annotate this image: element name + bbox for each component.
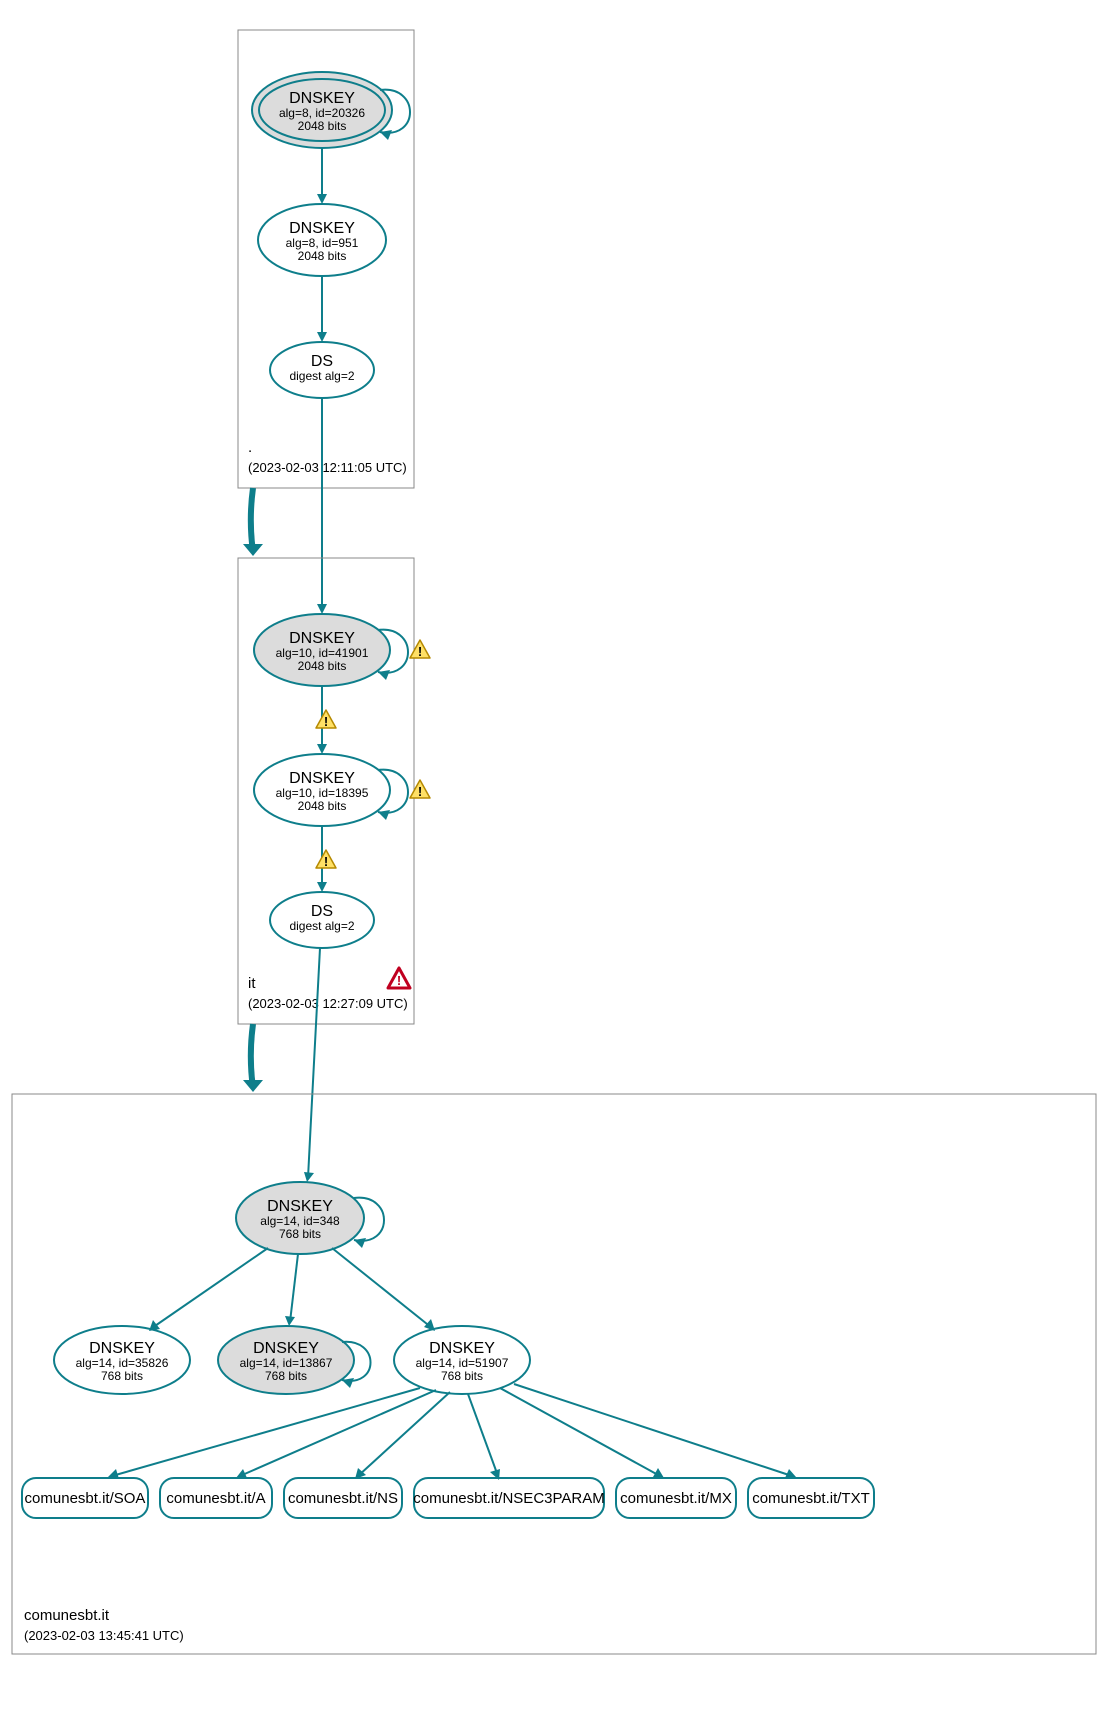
- svg-text:alg=14, id=348: alg=14, id=348: [260, 1214, 340, 1228]
- edge-k3-nsec3param: [468, 1394, 498, 1476]
- zone-it-label: it: [248, 975, 256, 992]
- rr-mx: comunesbt.it/MX: [616, 1478, 736, 1518]
- warning-icon: !: [316, 850, 336, 869]
- svg-text:!: !: [397, 973, 401, 988]
- zone-root-label: .: [248, 439, 252, 456]
- zone-leaf: comunesbt.it (2023-02-03 13:45:41 UTC) D…: [12, 1094, 1096, 1654]
- svg-text:DNSKEY: DNSKEY: [89, 1340, 155, 1357]
- zone-leaf-timestamp: (2023-02-03 13:45:41 UTC): [24, 1628, 184, 1643]
- rr-soa: comunesbt.it/SOA: [22, 1478, 148, 1518]
- node-root-zsk: DNSKEY alg=8, id=951 2048 bits: [258, 204, 386, 276]
- zone-root: . (2023-02-03 12:11:05 UTC) DNSKEY alg=8…: [238, 30, 414, 488]
- zone-it: it (2023-02-03 12:27:09 UTC) DNSKEY alg=…: [238, 558, 430, 1024]
- svg-text:DNSKEY: DNSKEY: [429, 1340, 495, 1357]
- svg-text:DNSKEY: DNSKEY: [267, 1198, 333, 1215]
- svg-text:768 bits: 768 bits: [265, 1369, 307, 1383]
- node-it-ksk: DNSKEY alg=10, id=41901 2048 bits: [254, 614, 390, 686]
- svg-text:alg=14, id=35826: alg=14, id=35826: [76, 1356, 169, 1370]
- svg-text:DNSKEY: DNSKEY: [253, 1340, 319, 1357]
- rr-nsec3param: comunesbt.it/NSEC3PARAM: [413, 1478, 604, 1518]
- svg-text:768 bits: 768 bits: [279, 1227, 321, 1241]
- zone-leaf-label: comunesbt.it: [24, 1607, 110, 1624]
- error-icon: !: [388, 968, 410, 988]
- edge-it-ds-to-leaf-ksk: [308, 948, 320, 1178]
- zone-it-timestamp: (2023-02-03 12:27:09 UTC): [248, 996, 408, 1011]
- svg-text:2048 bits: 2048 bits: [298, 799, 347, 813]
- svg-text:digest alg=2: digest alg=2: [289, 369, 354, 383]
- edge-k3-txt: [514, 1384, 792, 1476]
- node-leaf-k2: DNSKEY alg=14, id=13867 768 bits: [218, 1326, 354, 1394]
- node-it-zsk: DNSKEY alg=10, id=18395 2048 bits: [254, 754, 390, 826]
- rr-ns: comunesbt.it/NS: [284, 1478, 402, 1518]
- svg-text:DS: DS: [311, 353, 333, 370]
- edge-leaf-ksk-k2: [290, 1254, 298, 1322]
- svg-text:!: !: [324, 854, 328, 869]
- svg-text:768 bits: 768 bits: [441, 1369, 483, 1383]
- svg-text:comunesbt.it/A: comunesbt.it/A: [166, 1490, 265, 1507]
- edge-zone-root-to-it: [251, 488, 253, 552]
- node-leaf-k1: DNSKEY alg=14, id=35826 768 bits: [54, 1326, 190, 1394]
- svg-text:digest alg=2: digest alg=2: [289, 919, 354, 933]
- zone-root-timestamp: (2023-02-03 12:11:05 UTC): [248, 460, 407, 475]
- warning-icon: !: [410, 780, 430, 799]
- svg-text:!: !: [418, 644, 422, 659]
- svg-text:DNSKEY: DNSKEY: [289, 770, 355, 787]
- node-leaf-k3: DNSKEY alg=14, id=51907 768 bits: [394, 1326, 530, 1394]
- svg-text:comunesbt.it/TXT: comunesbt.it/TXT: [752, 1490, 870, 1507]
- node-root-ksk: DNSKEY alg=8, id=20326 2048 bits: [252, 72, 392, 148]
- svg-text:768 bits: 768 bits: [101, 1369, 143, 1383]
- svg-text:DNSKEY: DNSKEY: [289, 90, 355, 107]
- svg-text:DS: DS: [311, 903, 333, 920]
- svg-text:!: !: [324, 714, 328, 729]
- edge-k3-mx: [500, 1388, 660, 1476]
- svg-text:DNSKEY: DNSKEY: [289, 220, 355, 237]
- edge-leaf-ksk-k1: [152, 1248, 268, 1328]
- rr-a: comunesbt.it/A: [160, 1478, 272, 1518]
- svg-text:alg=10, id=18395: alg=10, id=18395: [276, 786, 369, 800]
- node-root-ds: DS digest alg=2: [270, 342, 374, 398]
- warning-icon: !: [316, 710, 336, 729]
- node-leaf-ksk: DNSKEY alg=14, id=348 768 bits: [236, 1182, 364, 1254]
- warning-icon: !: [410, 640, 430, 659]
- svg-text:alg=14, id=51907: alg=14, id=51907: [416, 1356, 509, 1370]
- svg-text:DNSKEY: DNSKEY: [289, 630, 355, 647]
- svg-text:alg=14, id=13867: alg=14, id=13867: [240, 1356, 333, 1370]
- svg-text:alg=8, id=20326: alg=8, id=20326: [279, 106, 365, 120]
- svg-text:comunesbt.it/NS: comunesbt.it/NS: [288, 1490, 398, 1507]
- edge-k3-a: [240, 1390, 436, 1476]
- edge-leaf-ksk-k3: [332, 1248, 432, 1328]
- svg-text:2048 bits: 2048 bits: [298, 119, 347, 133]
- svg-text:alg=8, id=951: alg=8, id=951: [286, 236, 359, 250]
- rr-txt: comunesbt.it/TXT: [748, 1478, 874, 1518]
- svg-text:2048 bits: 2048 bits: [298, 249, 347, 263]
- svg-text:alg=10, id=41901: alg=10, id=41901: [276, 646, 369, 660]
- svg-text:comunesbt.it/MX: comunesbt.it/MX: [620, 1490, 732, 1507]
- svg-text:comunesbt.it/NSEC3PARAM: comunesbt.it/NSEC3PARAM: [413, 1490, 604, 1507]
- svg-text:comunesbt.it/SOA: comunesbt.it/SOA: [25, 1490, 146, 1507]
- edge-zone-it-to-leaf: [251, 1024, 253, 1088]
- svg-text:2048 bits: 2048 bits: [298, 659, 347, 673]
- node-it-ds: DS digest alg=2: [270, 892, 374, 948]
- svg-text:!: !: [418, 784, 422, 799]
